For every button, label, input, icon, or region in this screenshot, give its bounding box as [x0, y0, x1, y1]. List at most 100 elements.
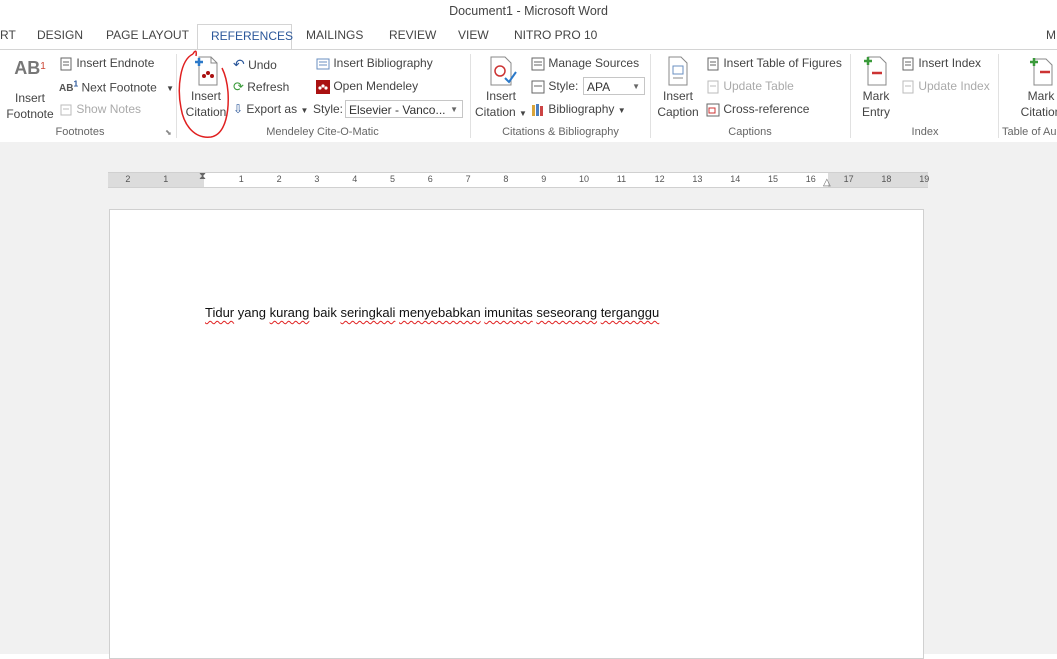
right-indent-marker[interactable]: △ — [823, 177, 831, 188]
ruler-tick-label: 18 — [881, 174, 892, 184]
insert-citation-label-1: Insert — [485, 89, 516, 103]
ruler-tick-label: 12 — [654, 174, 665, 184]
insert-caption-button[interactable]: Insert Caption — [654, 54, 702, 120]
citations-group-label: Citations & Bibliography — [502, 126, 619, 138]
document-word[interactable]: baik — [313, 305, 337, 320]
mendeley-style-select[interactable]: Elsevier - Vanco... ▼ — [345, 100, 463, 118]
tab-mailings[interactable]: MAILINGS — [306, 28, 363, 42]
insert-table-of-figures-label: Insert Table of Figures — [723, 56, 842, 70]
dialog-launcher-icon[interactable]: ⬊ — [165, 128, 172, 137]
mark-citation-button[interactable]: Mark Citation — [1016, 54, 1057, 120]
next-footnote-button[interactable]: AB1 Next Footnote ▼ — [59, 79, 174, 94]
cross-reference-button[interactable]: Cross-reference — [706, 102, 809, 117]
undo-button[interactable]: ↶ Undo — [233, 56, 277, 73]
mark-entry-button[interactable]: Mark Entry — [855, 54, 897, 120]
document-word[interactable]: yang — [238, 305, 266, 320]
manage-sources-button[interactable]: Manage Sources — [531, 56, 639, 71]
insert-citation-button[interactable]: Insert Citation ▼ — [474, 54, 528, 122]
tab-references[interactable]: REFERENCES — [197, 24, 294, 51]
refresh-icon: ⟳ — [233, 79, 244, 94]
chevron-down-icon: ▼ — [617, 106, 626, 115]
ruler-left-margin — [108, 173, 204, 187]
chevron-down-icon: ▼ — [450, 105, 458, 114]
insert-table-of-figures-button[interactable]: Insert Table of Figures — [706, 56, 842, 71]
tab-nitro-pro[interactable]: NITRO PRO 10 — [514, 28, 597, 42]
footnotes-group-label: Footnotes — [55, 126, 105, 138]
ruler-tick-label: 4 — [352, 174, 358, 184]
ruler-tick-label: 19 — [919, 174, 930, 184]
ruler-tick-label: 8 — [503, 174, 509, 184]
document-word[interactable]: Tidur — [205, 305, 234, 320]
toa-group-label: Table of Au — [1002, 126, 1057, 138]
citation-style-label-wrap: Style: — [531, 79, 578, 94]
mark-citation-label-1: Mark — [1027, 89, 1055, 103]
group-separator — [850, 54, 851, 138]
export-as-button[interactable]: ⇩ Export as ▼ — [233, 102, 308, 116]
insert-bibliography-label: Insert Bibliography — [333, 56, 433, 70]
mark-entry-icon — [864, 56, 887, 86]
ruler-tick-label: 1 — [163, 174, 169, 184]
show-notes-label: Show Notes — [76, 102, 142, 116]
bibliography-button[interactable]: Bibliography ▼ — [531, 102, 626, 117]
update-table-button[interactable]: Update Table — [706, 79, 794, 94]
insert-index-button[interactable]: Insert Index — [901, 56, 981, 71]
citation-style-value: APA — [587, 80, 611, 94]
tab-overflow[interactable]: M — [1046, 28, 1056, 42]
document-word[interactable]: terganggu — [601, 305, 660, 320]
mendeley-style-value: Elsevier - Vanco... — [349, 103, 446, 117]
chevron-down-icon: ▼ — [300, 106, 309, 115]
refresh-label: Refresh — [247, 80, 290, 94]
document-word[interactable]: imunitas — [484, 305, 532, 320]
tab-page-layout[interactable]: PAGE LAYOUT — [106, 28, 189, 42]
caption-icon — [668, 56, 688, 86]
mark-citation-label-2: Citation — [1020, 105, 1057, 119]
mendeley-group-label: Mendeley Cite-O-Matic — [266, 126, 379, 138]
ruler-tick-label: 2 — [276, 174, 282, 184]
first-line-indent-marker[interactable]: ⧗ — [199, 171, 206, 182]
document-word[interactable]: menyebabkan — [399, 305, 481, 320]
document-word[interactable]: seseorang — [536, 305, 597, 320]
index-group-label: Index — [911, 126, 939, 138]
export-as-label: Export as — [246, 102, 298, 116]
tab-review[interactable]: REVIEW — [389, 28, 436, 42]
mark-entry-label-1: Mark — [862, 89, 890, 103]
document-word[interactable]: kurang — [270, 305, 310, 320]
update-index-button[interactable]: Update Index — [901, 79, 990, 94]
refresh-button[interactable]: ⟳ Refresh — [233, 79, 289, 95]
document-word[interactable]: seringkali — [340, 305, 395, 320]
ruler-tick-label: 16 — [805, 174, 816, 184]
ruler-tick-label: 9 — [541, 174, 547, 184]
ruler-tick-label: 11 — [616, 174, 627, 184]
insert-footnote-button[interactable]: AB1 Insert Footnote — [4, 58, 56, 122]
footnote-icon: AB1 — [14, 58, 46, 78]
insert-endnote-label: Insert Endnote — [76, 56, 155, 70]
ruler-tick-label: 3 — [314, 174, 320, 184]
mark-entry-label-2: Entry — [861, 105, 890, 119]
insert-footnote-label-2: Footnote — [6, 107, 54, 121]
citation-icon — [490, 56, 517, 86]
insert-index-icon — [902, 57, 914, 71]
insert-bibliography-button[interactable]: Insert Bibliography — [316, 56, 433, 71]
citation-style-select[interactable]: APA ▼ — [583, 77, 645, 95]
horizontal-ruler[interactable]: 2 1 1 2 3 4 5 6 7 8 9 10 11 12 13 14 15 16 17 18 19 ⧗ △ — [108, 171, 930, 188]
bibliography-icon — [316, 58, 330, 70]
open-mendeley-button[interactable]: Open Mendeley — [316, 79, 418, 94]
chevron-down-icon: ▼ — [632, 82, 640, 91]
ruler-tick-label: 10 — [579, 174, 590, 184]
show-notes-button[interactable]: Show Notes — [59, 102, 141, 117]
update-table-icon — [707, 80, 719, 94]
insert-endnote-button[interactable]: Insert Endnote — [59, 56, 154, 71]
manage-sources-icon — [531, 57, 545, 71]
ruler-tick-label: 15 — [768, 174, 779, 184]
tab-design[interactable]: DESIGN — [37, 28, 83, 42]
document-paragraph[interactable]: Tidur yang kurang baik seringkali menyeb… — [205, 305, 659, 320]
tab-view[interactable]: VIEW — [458, 28, 489, 42]
insert-index-label: Insert Index — [918, 56, 982, 70]
citation-style-label: Style: — [548, 79, 579, 93]
tab-references-label: REFERENCES — [211, 29, 294, 43]
show-notes-icon — [60, 104, 72, 116]
document-page[interactable] — [109, 209, 924, 659]
undo-label: Undo — [248, 58, 277, 72]
tab-insert[interactable]: RT — [0, 28, 16, 42]
manage-sources-label: Manage Sources — [548, 56, 640, 70]
